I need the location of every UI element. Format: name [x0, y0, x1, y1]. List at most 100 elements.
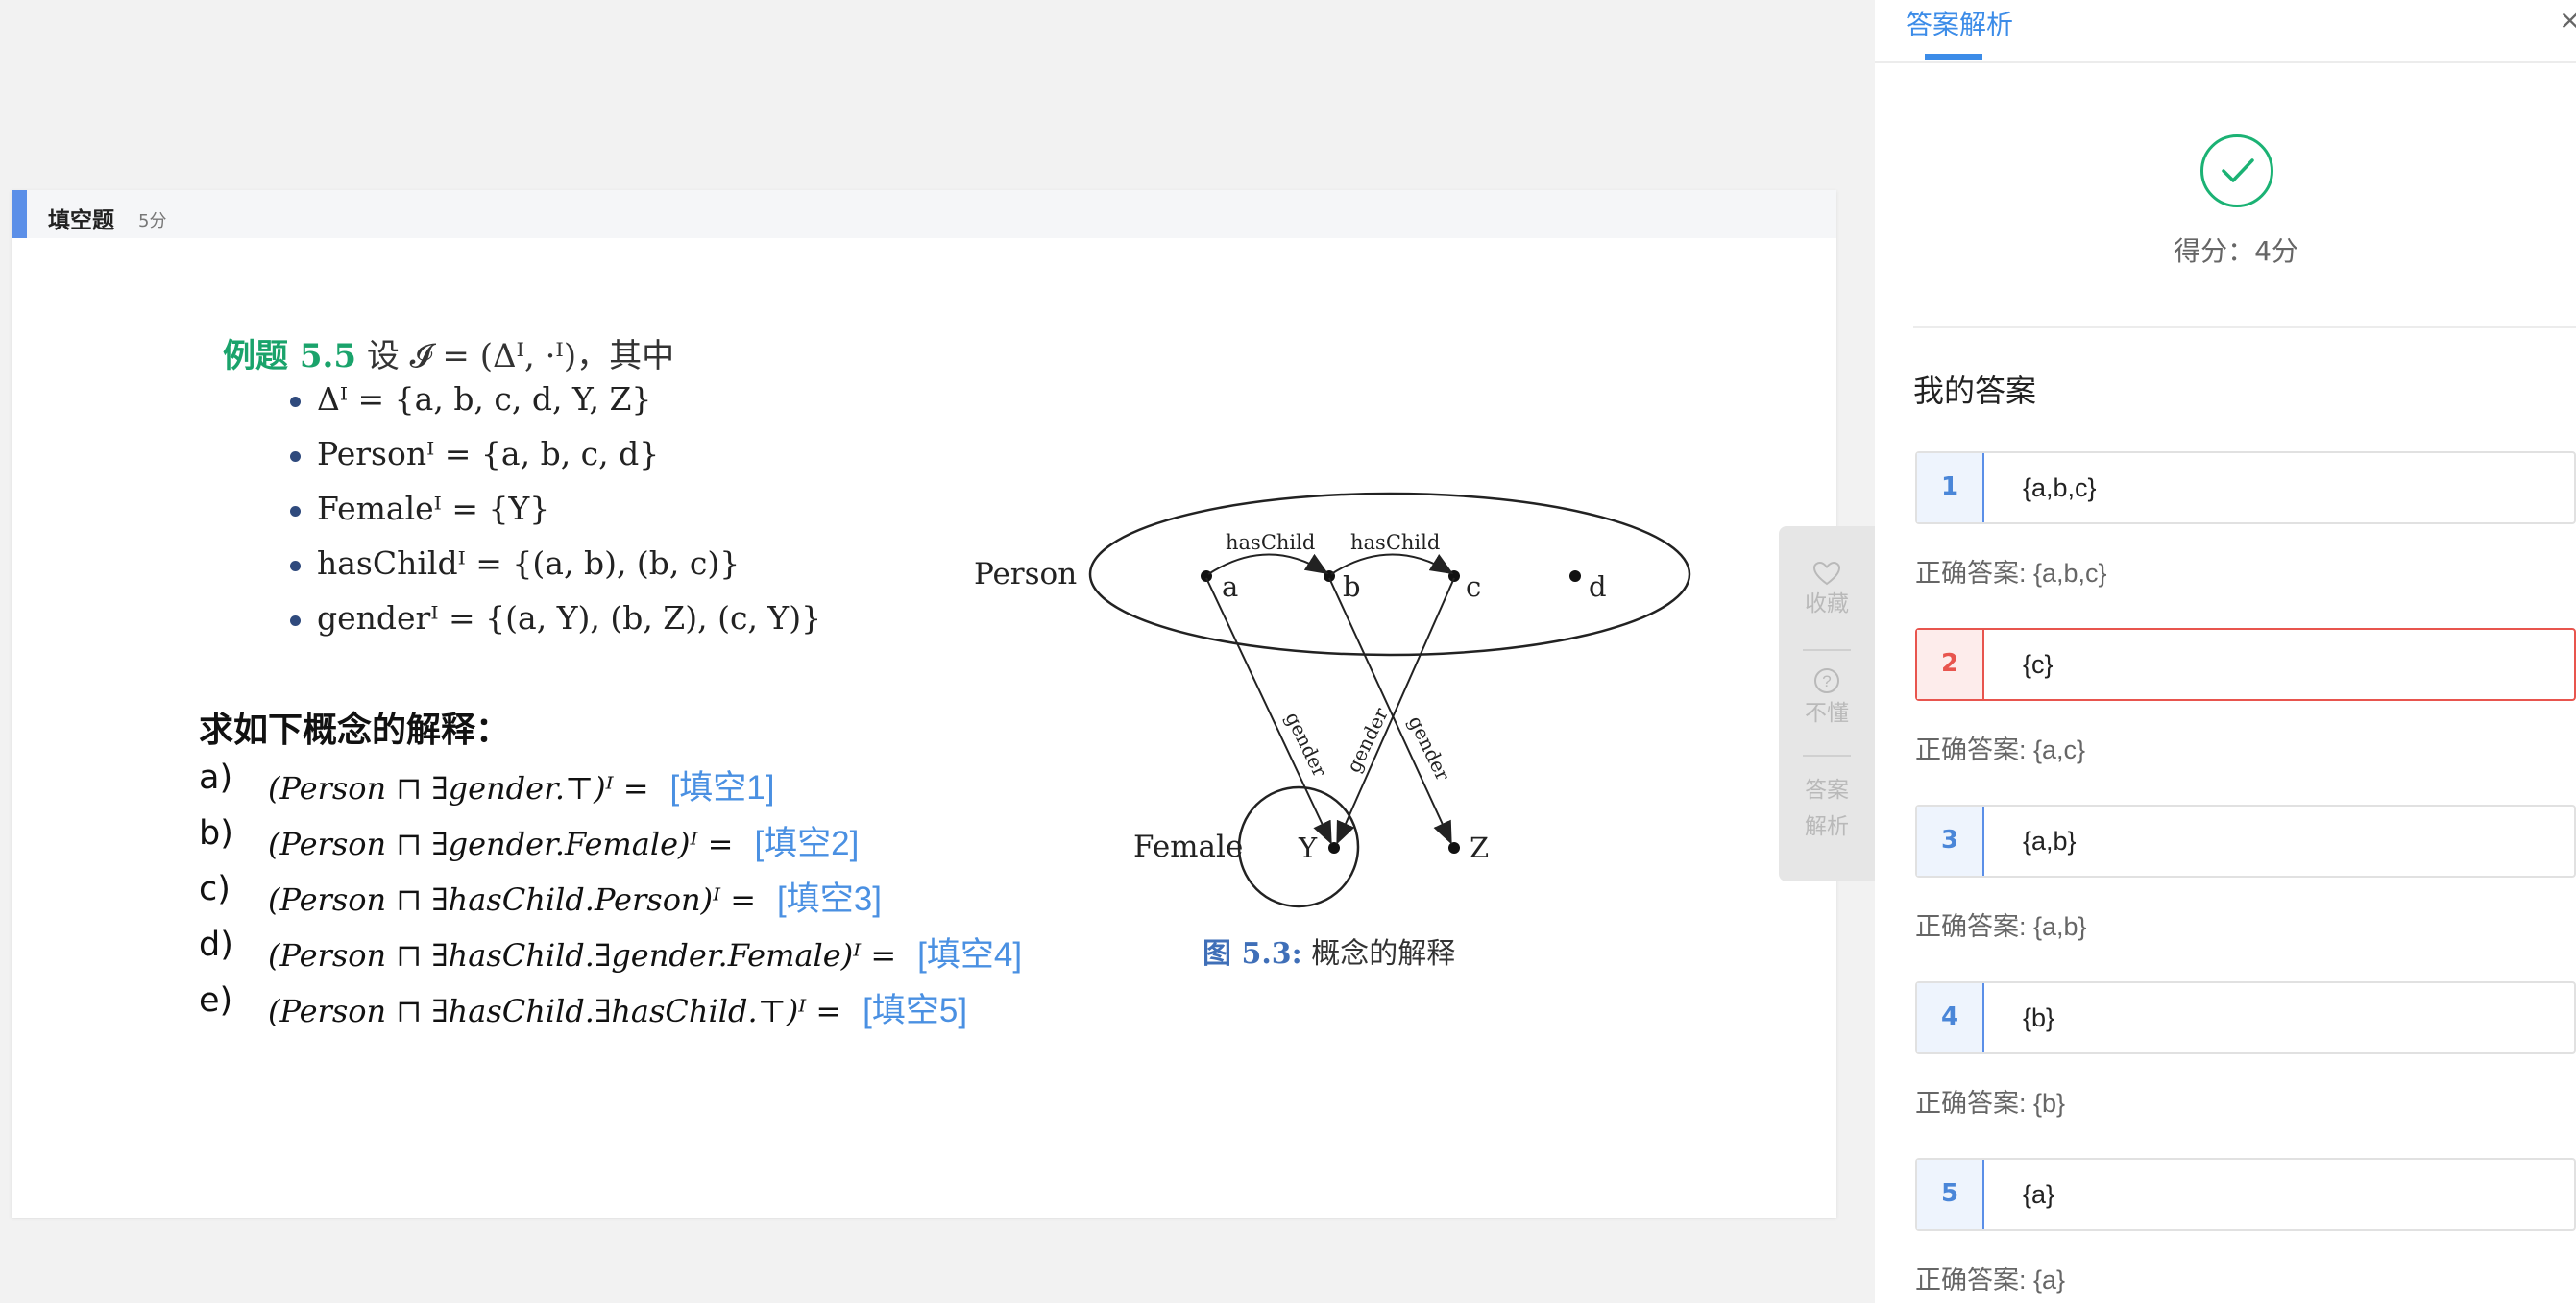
figure-caption: 图 5.3: 概念的解释 — [1203, 929, 1455, 972]
correct-answer-1: 正确答案: {a,b,c} — [1915, 559, 2107, 588]
node-d — [1569, 570, 1581, 582]
answer-box-4: 4 {b} — [1915, 981, 2576, 1054]
blank-5[interactable]: [填空5] — [863, 992, 967, 1029]
correct-answer-3: 正确答案: {a,b} — [1915, 912, 2087, 941]
analysis-label-line1: 答案 — [1805, 778, 1849, 803]
answer-number: 1 — [1917, 453, 1984, 522]
expression-text: (Person ⊓ ∃hasChild.∃gender.Female)ᴵ = — [268, 937, 897, 974]
gender-label-bZ: gender — [1404, 712, 1455, 784]
interpretation-diagram: Person Female a b c d Y Z hasChild hasCh… — [974, 492, 1691, 908]
blank-4[interactable]: [填空4] — [917, 936, 1022, 974]
answer-value: {b} — [2023, 1003, 2055, 1032]
tool-divider — [1803, 755, 1851, 757]
definition-text: Personᴵ = {a, b, c, d} — [317, 435, 660, 472]
node-c-label: c — [1466, 570, 1481, 603]
gender-label-aY: gender — [1281, 709, 1332, 781]
gender-arrow-aY — [1205, 577, 1332, 845]
question-score: 5分 — [138, 211, 167, 231]
panel-divider — [1875, 61, 2576, 63]
item-label: c) — [199, 870, 231, 908]
example-title: 例题 5.5 设 𝓘 = (Δᴵ, ·ᴵ)，其中 — [223, 329, 674, 376]
gender-arrow-cY — [1336, 577, 1455, 845]
confused-button[interactable]: ? 不懂 — [1779, 666, 1875, 732]
answer-box-5: 5 {a} — [1915, 1158, 2576, 1231]
item-expression: (Person ⊓ ∃gender.⊤)ᴵ = [填空1] — [268, 760, 774, 809]
node-Z-label: Z — [1470, 832, 1489, 864]
answer-box-2: 2 {c} — [1915, 628, 2576, 701]
node-d-label: d — [1589, 570, 1607, 603]
expression-text: (Person ⊓ ∃hasChild.∃hasChild.⊤)ᴵ = — [268, 993, 842, 1029]
blank-1[interactable]: [填空1] — [670, 769, 775, 807]
correct-check-icon — [2200, 134, 2273, 207]
confused-label: 不懂 — [1805, 701, 1849, 726]
close-icon[interactable]: × — [2559, 4, 2576, 36]
answer-value: {c} — [2023, 650, 2054, 679]
answer-value: {a,b,c} — [2023, 473, 2097, 502]
analysis-label-line2: 解析 — [1805, 814, 1849, 839]
question-prompt: 求如下概念的解释： — [199, 711, 511, 750]
bullet-icon — [290, 451, 301, 462]
definition-item: Femaleᴵ = {Y} — [277, 490, 821, 544]
answer-box-1: 1 {a,b,c} — [1915, 451, 2576, 524]
question-type: 填空题 — [48, 208, 114, 233]
score-text: 得分：4分 — [2174, 235, 2298, 267]
active-tab-indicator — [1925, 54, 1982, 60]
female-label: Female — [1133, 830, 1243, 864]
person-label: Person — [974, 557, 1077, 591]
item-expression: (Person ⊓ ∃hasChild.∃gender.Female)ᴵ = [填… — [268, 928, 1022, 977]
haschild-label-ab: hasChild — [1226, 531, 1315, 554]
answer-box-3: 3 {a,b} — [1915, 805, 2576, 878]
definition-item: genderᴵ = {(a, Y), (b, Z), (c, Y)} — [277, 599, 821, 654]
example-intro: 设 𝓘 = (Δᴵ, ·ᴵ)，其中 — [366, 337, 675, 375]
definition-item: Personᴵ = {a, b, c, d} — [277, 435, 821, 490]
item-label: a) — [199, 759, 233, 797]
bullet-icon — [290, 397, 301, 407]
my-answer-title: 我的答案 — [1913, 373, 2037, 409]
definition-text: Femaleᴵ = {Y} — [317, 490, 550, 527]
definition-text: Δᴵ = {a, b, c, d, Y, Z} — [317, 380, 652, 418]
answer-panel: 答案解析 × 得分：4分 我的答案 1 {a,b,c} 正确答案: {a,b,c… — [1875, 0, 2576, 1303]
side-toolbar: 收藏 ? 不懂 答案 解析 — [1779, 526, 1875, 881]
definition-item: Δᴵ = {a, b, c, d, Y, Z} — [277, 380, 821, 435]
haschild-label-bc: hasChild — [1350, 531, 1440, 554]
item-label: b) — [199, 814, 233, 853]
heart-icon — [1812, 561, 1841, 586]
tool-divider — [1803, 649, 1851, 651]
figure-tag: 图 5.3: — [1203, 937, 1302, 971]
answer-number: 4 — [1917, 983, 1984, 1052]
item-expression: (Person ⊓ ∃hasChild.∃hasChild.⊤)ᴵ = [填空5] — [268, 983, 967, 1032]
answer-number: 2 — [1917, 630, 1984, 699]
expression-text: (Person ⊓ ∃gender.Female)ᴵ = — [268, 826, 734, 862]
item-label: d) — [199, 926, 233, 964]
expression-text: (Person ⊓ ∃gender.⊤)ᴵ = — [268, 770, 649, 807]
definition-text: genderᴵ = {(a, Y), (b, Z), (c, Y)} — [317, 599, 822, 637]
correct-answer-2: 正确答案: {a,c} — [1915, 736, 2086, 764]
blank-3[interactable]: [填空3] — [777, 881, 882, 918]
question-card: 填空题 5分 例题 5.5 设 𝓘 = (Δᴵ, ·ᴵ)，其中 Δᴵ = {a,… — [12, 190, 1836, 1218]
question-header: 填空题 5分 — [12, 190, 1836, 238]
node-Y — [1328, 842, 1340, 854]
question-circle-icon: ? — [1814, 668, 1839, 693]
favorite-label: 收藏 — [1805, 591, 1849, 616]
definition-item: hasChildᴵ = {(a, b), (b, c)} — [277, 544, 821, 599]
tab-answer-analysis[interactable]: 答案解析 — [1906, 4, 2013, 42]
answer-number: 5 — [1917, 1160, 1984, 1229]
analysis-button[interactable]: 答案 解析 — [1779, 772, 1875, 845]
bullet-icon — [290, 615, 301, 626]
blank-2[interactable]: [填空2] — [754, 825, 859, 862]
expression-text: (Person ⊓ ∃hasChild.Person)ᴵ = — [268, 881, 756, 918]
answer-number: 3 — [1917, 807, 1984, 876]
definition-text: hasChildᴵ = {(a, b), (b, c)} — [317, 544, 741, 582]
item-expression: (Person ⊓ ∃hasChild.Person)ᴵ = [填空3] — [268, 872, 882, 921]
item-expression: (Person ⊓ ∃gender.Female)ᴵ = [填空2] — [268, 816, 859, 865]
section-divider — [1913, 326, 2576, 328]
answer-value: {a,b} — [2023, 827, 2077, 856]
favorite-button[interactable]: 收藏 — [1779, 561, 1875, 622]
node-b-label: b — [1343, 570, 1361, 603]
node-a-label: a — [1222, 570, 1238, 603]
bullet-icon — [290, 506, 301, 517]
gender-arrow-bZ — [1328, 577, 1452, 845]
example-tag: 例题 5.5 — [223, 337, 356, 375]
svg-text:?: ? — [1822, 672, 1831, 690]
definition-list: Δᴵ = {a, b, c, d, Y, Z} Personᴵ = {a, b,… — [277, 380, 821, 654]
